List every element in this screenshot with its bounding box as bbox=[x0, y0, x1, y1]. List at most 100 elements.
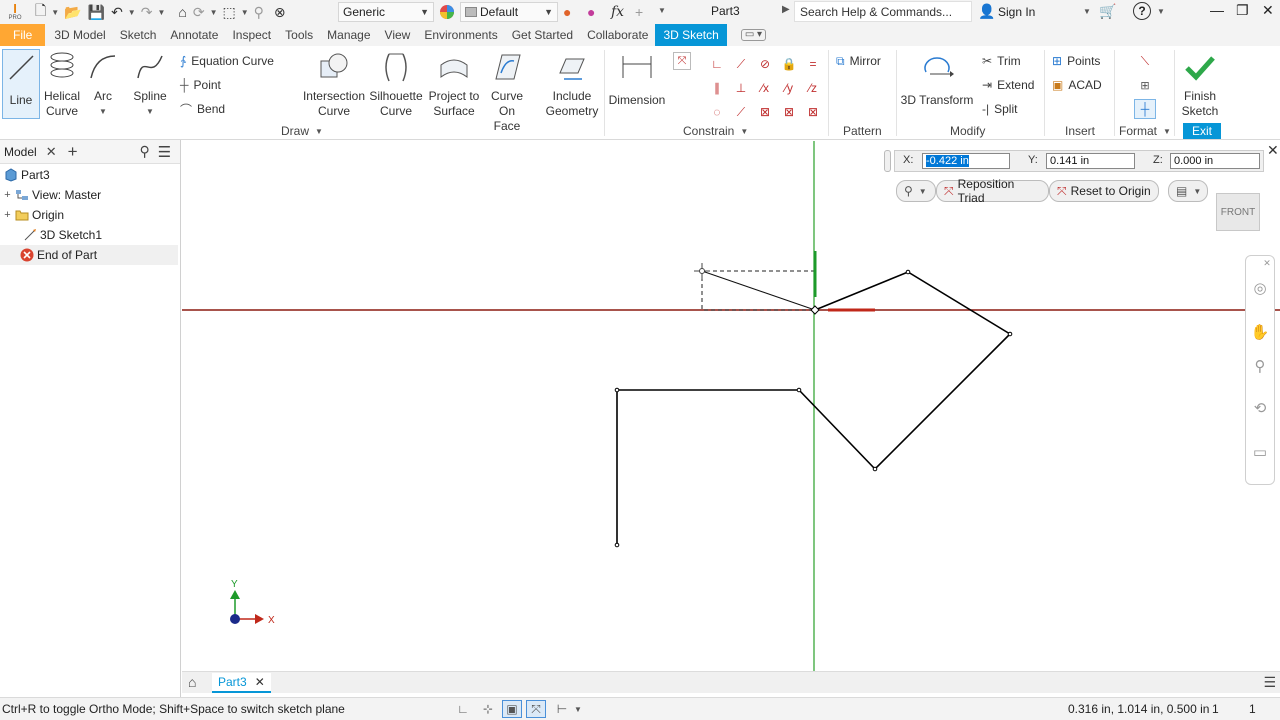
tangent-icon[interactable]: ⊘ bbox=[753, 52, 777, 76]
sketch-plane-icon[interactable]: ⊢ bbox=[552, 700, 572, 718]
coincident-icon[interactable]: ∟ bbox=[705, 52, 729, 76]
steering-wheel-icon[interactable]: ◎ bbox=[1250, 278, 1270, 298]
parameters-fx-icon[interactable]: fx bbox=[608, 2, 627, 22]
close-icon[interactable]: ✕ bbox=[1262, 2, 1274, 19]
bend-button[interactable]: ⌒ Bend bbox=[180, 100, 225, 118]
orbit-icon[interactable]: ⟲ bbox=[1250, 398, 1270, 418]
redo-icon[interactable]: ↷ bbox=[138, 2, 156, 22]
customize-qat-icon[interactable]: ▼ bbox=[656, 6, 668, 15]
vertex[interactable] bbox=[614, 387, 620, 393]
spline-button[interactable]: Spline ▼ bbox=[130, 50, 170, 119]
y-coord-field[interactable]: 0.141 in bbox=[1046, 153, 1135, 169]
close-input-icon[interactable]: ✕ bbox=[1267, 142, 1279, 159]
open-icon[interactable]: 📂 bbox=[61, 2, 84, 22]
acad-button[interactable]: ▣ ACAD bbox=[1052, 76, 1102, 94]
minimize-icon[interactable]: — bbox=[1210, 2, 1224, 18]
point-button[interactable]: ┼ Point bbox=[180, 76, 221, 94]
color-wheel-icon[interactable] bbox=[436, 2, 458, 22]
x-coord-field[interactable]: -0.422 in bbox=[922, 153, 1010, 169]
new-icon[interactable]: 🗋 bbox=[32, 2, 49, 22]
extend-button[interactable]: ⇥ Extend bbox=[982, 76, 1034, 94]
reposition-triad-button[interactable]: ⤧ Reposition Triad bbox=[936, 177, 1049, 205]
parallel-x-icon[interactable]: ⁄x bbox=[753, 76, 777, 100]
mirror-button[interactable]: ⧉ Mirror bbox=[836, 52, 881, 70]
tree-item-part[interactable]: Part3 bbox=[0, 165, 178, 185]
tab-tools[interactable]: Tools bbox=[278, 24, 320, 46]
include-geometry-button[interactable]: Include Geometry bbox=[544, 50, 600, 119]
tab-3d-model[interactable]: 3D Model bbox=[47, 24, 112, 46]
measure-icon[interactable]: ⚲ bbox=[251, 2, 267, 22]
ribbon-display-options-icon[interactable]: ▭ ▾ bbox=[740, 29, 767, 41]
triad-options-button[interactable]: ⚲ ▼ bbox=[896, 180, 936, 202]
reference-dimension-icon[interactable]: ⊞ bbox=[1134, 76, 1156, 94]
select-dropdown-icon[interactable]: ▼ bbox=[239, 8, 251, 17]
fix-icon[interactable]: 🔒 bbox=[777, 52, 801, 76]
tab-inspect[interactable]: Inspect bbox=[225, 24, 278, 46]
trim-button[interactable]: ✂ Trim bbox=[982, 52, 1021, 70]
undo-icon[interactable]: ↶ bbox=[108, 2, 126, 22]
3d-transform-button[interactable]: 3D Transform bbox=[900, 50, 974, 108]
select-icon[interactable]: ⬚ bbox=[220, 2, 239, 22]
vertex[interactable] bbox=[905, 269, 911, 275]
reset-to-origin-button[interactable]: ⤧ Reset to Origin bbox=[1049, 180, 1159, 202]
split-button[interactable]: -| Split bbox=[982, 100, 1017, 118]
sign-in-link[interactable]: Sign In bbox=[998, 5, 1035, 19]
undo-dropdown-icon[interactable]: ▼ bbox=[126, 8, 138, 17]
constraint-inference-icon[interactable]: ▣ bbox=[502, 700, 522, 718]
finish-sketch-button[interactable]: Finish Sketch bbox=[1178, 50, 1222, 119]
tab-get-started[interactable]: Get Started bbox=[505, 24, 580, 46]
draw-panel-label[interactable]: Draw ▼ bbox=[281, 124, 325, 138]
add-browser-icon[interactable]: + bbox=[68, 142, 78, 162]
tree-item-end-of-part[interactable]: End of Part bbox=[0, 245, 178, 265]
add-icon[interactable]: + bbox=[632, 2, 646, 22]
vertex[interactable] bbox=[614, 542, 620, 548]
design-view-combo[interactable]: Default ▼ bbox=[460, 2, 558, 22]
search-help-input[interactable]: Search Help & Commands... bbox=[794, 1, 972, 22]
vertex[interactable] bbox=[796, 387, 802, 393]
snap-icon[interactable]: ⊹ bbox=[478, 700, 498, 718]
format-panel-label[interactable]: Format ▼ bbox=[1119, 124, 1173, 138]
z-coord-field[interactable]: 0.000 in bbox=[1170, 153, 1260, 169]
spline-dropdown-icon[interactable]: ▼ bbox=[144, 104, 156, 119]
tab-collaborate[interactable]: Collaborate bbox=[580, 24, 655, 46]
parallel-xy-icon[interactable]: ⊠ bbox=[801, 100, 825, 124]
arc-dropdown-icon[interactable]: ▼ bbox=[97, 104, 109, 119]
smooth-icon[interactable]: ◌ bbox=[705, 100, 729, 124]
show-format-icon[interactable]: ┼ bbox=[1134, 99, 1156, 119]
pan-icon[interactable]: ✋ bbox=[1250, 322, 1270, 342]
sketch-canvas[interactable]: Y X bbox=[182, 141, 1280, 671]
parallel-yz-icon[interactable]: ⊠ bbox=[753, 100, 777, 124]
line-button[interactable]: Line bbox=[2, 49, 40, 119]
on-face-icon[interactable]: ⟋ bbox=[729, 100, 753, 124]
home-icon[interactable]: ⌂ bbox=[188, 674, 196, 690]
silhouette-curve-button[interactable]: Silhouette Curve bbox=[368, 50, 424, 119]
close-browser-icon[interactable]: ✕ bbox=[46, 144, 57, 160]
dimension-button[interactable]: Dimension bbox=[608, 50, 666, 108]
viewcube[interactable]: FRONT bbox=[1216, 193, 1260, 231]
update-dropdown-icon[interactable]: ▼ bbox=[208, 8, 220, 17]
equal-icon[interactable]: = bbox=[801, 52, 825, 76]
tree-item-3d-sketch[interactable]: 3D Sketch1 bbox=[0, 225, 178, 245]
tab-menu-icon[interactable]: ☰ bbox=[1263, 674, 1276, 691]
perpendicular-icon[interactable]: ⊥ bbox=[729, 76, 753, 100]
tab-annotate[interactable]: Annotate bbox=[163, 24, 225, 46]
curve-on-face-button[interactable]: Curve On Face bbox=[484, 50, 530, 134]
triad-origin[interactable] bbox=[810, 305, 820, 315]
intersection-curve-button[interactable]: Intersection Curve bbox=[302, 50, 366, 119]
adjust-appearance-icon[interactable]: ● bbox=[560, 2, 574, 22]
tree-item-view-master[interactable]: + View: Master bbox=[0, 185, 178, 205]
help-icon[interactable]: ? bbox=[1133, 2, 1151, 20]
tab-3d-sketch[interactable]: 3D Sketch bbox=[655, 24, 727, 46]
collinear-icon[interactable]: ⟋ bbox=[729, 52, 753, 76]
close-tab-icon[interactable]: ✕ bbox=[255, 675, 265, 689]
helical-curve-button[interactable]: Helical Curve bbox=[42, 50, 82, 119]
graphics-window[interactable]: Y X X: -0.422 in Y: 0.141 in Z: 0.000 in… bbox=[182, 141, 1280, 671]
chevron-down-icon[interactable]: ▼ bbox=[572, 705, 584, 714]
home-icon[interactable]: ⌂ bbox=[175, 2, 189, 22]
tab-sketch[interactable]: Sketch bbox=[113, 24, 164, 46]
expand-icon[interactable]: + bbox=[3, 189, 12, 201]
expand-icon[interactable]: + bbox=[3, 209, 12, 221]
tab-environments[interactable]: Environments bbox=[417, 24, 504, 46]
look-at-icon[interactable]: ▭ bbox=[1250, 442, 1270, 462]
app-logo[interactable]: I PRO bbox=[6, 2, 24, 22]
